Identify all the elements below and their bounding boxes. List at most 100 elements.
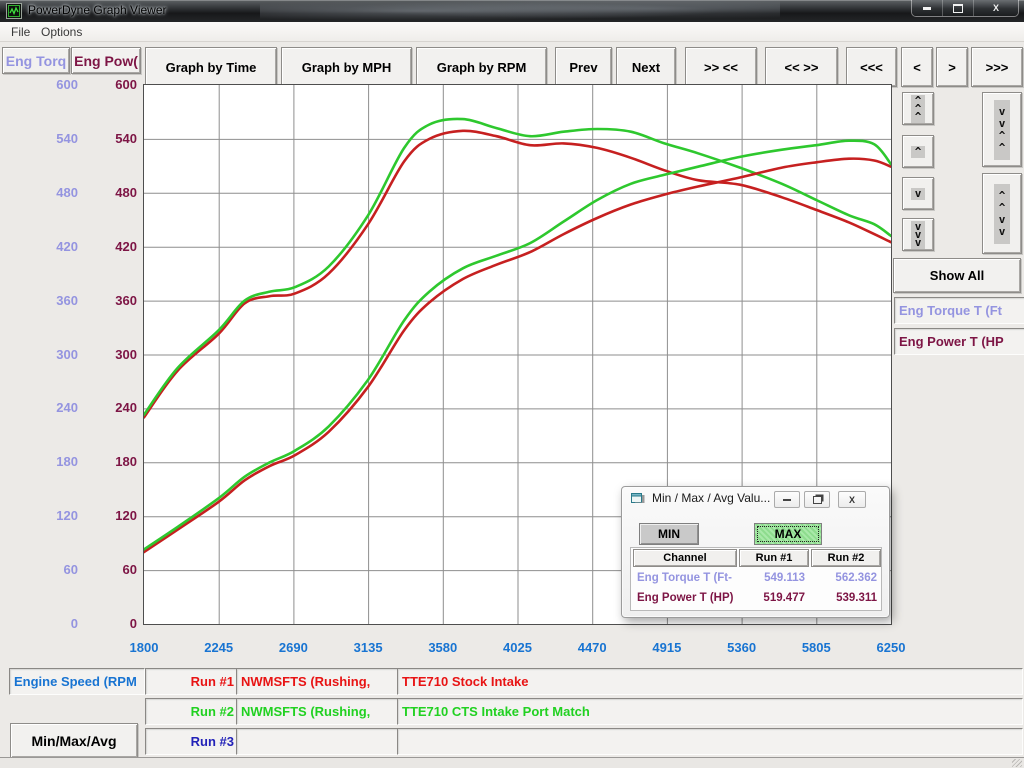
- window-bottom-edge: [0, 757, 1024, 768]
- toolbar-button-[interactable]: >> <<: [685, 47, 757, 87]
- x-tick-4025: 4025: [486, 640, 550, 655]
- y-tick-power-120: 120: [0, 508, 137, 523]
- toolbar-button-[interactable]: <: [901, 47, 933, 87]
- chevron-up-icon: ^: [999, 142, 1006, 154]
- chevron-up-icon: ^: [999, 130, 1006, 142]
- chevron-pad: vv^^: [994, 100, 1011, 160]
- toolbar-button-next[interactable]: Next: [616, 47, 676, 87]
- show-all-button[interactable]: Show All: [893, 258, 1021, 293]
- window-controls: X: [911, 0, 1019, 17]
- minmaxavg-label: Min/Max/Avg: [31, 733, 116, 749]
- axis-select-power-button[interactable]: Eng Pow(: [71, 47, 141, 74]
- scroll-up-button[interactable]: ^: [902, 135, 934, 168]
- scroll-down-button[interactable]: v: [902, 177, 934, 210]
- minmax-titlebar[interactable]: Min / Max / Avg Valu... X: [622, 487, 889, 509]
- resize-grip-icon[interactable]: [1012, 759, 1022, 767]
- legend-description-1-field: TTE710 Stock Intake: [397, 668, 1023, 695]
- toolbar-button-[interactable]: <<<: [846, 47, 897, 87]
- max-label: MAX: [775, 527, 802, 541]
- x-tick-3580: 3580: [411, 640, 475, 655]
- maximize-icon[interactable]: [943, 0, 974, 16]
- minmax-window-title: Min / Max / Avg Valu...: [652, 491, 770, 505]
- x-tick-5805: 5805: [784, 640, 848, 655]
- column-header-run2[interactable]: Run #2: [811, 549, 881, 567]
- app-icon: [6, 3, 22, 19]
- minmax-close-icon[interactable]: X: [838, 491, 866, 508]
- scroll-top-button[interactable]: ^^^: [902, 92, 934, 125]
- y-tick-power-360: 360: [0, 293, 137, 308]
- run-label: Run #2: [191, 704, 234, 719]
- toolbar-button-graph-by-rpm[interactable]: Graph by RPM: [416, 47, 547, 87]
- y-tick-power-540: 540: [0, 131, 137, 146]
- x-channel-field[interactable]: Engine Speed (RPM: [9, 668, 145, 695]
- menu-file[interactable]: File: [6, 24, 35, 40]
- chevron-pad: ^^vv: [994, 184, 1011, 244]
- axis-torque-label: Eng Torq: [6, 53, 66, 69]
- y-tick-power-420: 420: [0, 239, 137, 254]
- minmax-run2-value: 539.311: [811, 592, 877, 604]
- minimize-icon[interactable]: [912, 0, 943, 16]
- y-tick-power-480: 480: [0, 185, 137, 200]
- x-channel-label: Engine Speed (RPM: [14, 674, 137, 689]
- chevron-down-icon: v: [915, 190, 922, 198]
- y-tick-power-60: 60: [0, 562, 137, 577]
- menu-options[interactable]: Options: [36, 24, 87, 40]
- show-all-label: Show All: [930, 268, 984, 283]
- minmax-table: Channel Run #1 Run #2 Eng Torque T (Ft-5…: [630, 547, 882, 611]
- y-tick-power-0: 0: [0, 616, 137, 631]
- x-tick-2690: 2690: [261, 640, 325, 655]
- window-title: PowerDyne Graph Viewer: [28, 3, 167, 17]
- legend-source-3-field: [236, 728, 398, 755]
- toolbar-button-graph-by-time[interactable]: Graph by Time: [145, 47, 277, 87]
- minmax-window[interactable]: Min / Max / Avg Valu... X MIN MAX Channe…: [621, 486, 890, 618]
- chevron-up-icon: ^: [915, 113, 922, 121]
- minmax-run1-value: 519.477: [739, 592, 805, 604]
- minmax-restore-icon[interactable]: [804, 491, 830, 508]
- axis-select-torque-button[interactable]: Eng Torq: [2, 47, 70, 74]
- max-toggle-button[interactable]: MAX: [754, 523, 822, 545]
- legend-run-1-field[interactable]: Run #1: [145, 668, 239, 695]
- min-toggle-button[interactable]: MIN: [639, 523, 699, 545]
- axis-power-label: Eng Pow(: [74, 53, 138, 69]
- close-icon[interactable]: X: [974, 0, 1018, 16]
- minmaxavg-button[interactable]: Min/Max/Avg: [10, 723, 138, 758]
- y-tick-power-180: 180: [0, 454, 137, 469]
- chevron-down-icon: v: [999, 106, 1006, 118]
- scroll-bottom-button[interactable]: vvv: [902, 218, 934, 251]
- chevron-up-icon: ^: [999, 202, 1006, 214]
- run-label: Run #1: [191, 674, 234, 689]
- chevron-down-icon: v: [999, 226, 1006, 238]
- run-source-label: NWMSFTS (Rushing,: [241, 704, 370, 719]
- minmax-run1-value: 549.113: [739, 572, 805, 584]
- legend-run-2-field[interactable]: Run #2: [145, 698, 239, 725]
- toolbar-button-[interactable]: >>>: [971, 47, 1023, 87]
- chevron-down-icon: v: [915, 239, 922, 247]
- x-tick-5360: 5360: [710, 640, 774, 655]
- chevron-down-icon: v: [999, 214, 1006, 226]
- x-tick-6250: 6250: [859, 640, 923, 655]
- minmax-minimize-icon[interactable]: [774, 491, 800, 508]
- legend-run-3-field[interactable]: Run #3: [145, 728, 239, 755]
- legend-description-2-field: TTE710 CTS Intake Port Match: [397, 698, 1023, 725]
- compress-y-button[interactable]: vv^^: [982, 92, 1022, 167]
- toolbar-button-[interactable]: >: [936, 47, 968, 87]
- y-tick-power-240: 240: [0, 400, 137, 415]
- column-header-run1[interactable]: Run #1: [739, 549, 809, 567]
- x-tick-2245: 2245: [187, 640, 251, 655]
- minmax-channel-label: Eng Power T (HP): [637, 592, 733, 604]
- toolbar-button-[interactable]: << >>: [765, 47, 838, 87]
- channel-field-torque[interactable]: Eng Torque T (Ft: [894, 297, 1024, 324]
- toolbar-button-graph-by-mph[interactable]: Graph by MPH: [281, 47, 412, 87]
- channel-field-power[interactable]: Eng Power T (HP: [894, 328, 1024, 355]
- expand-y-button[interactable]: ^^vv: [982, 173, 1022, 254]
- menubar: File Options: [0, 22, 1024, 42]
- titlebar[interactable]: PowerDyne Graph Viewer X: [0, 0, 1024, 22]
- column-header-channel[interactable]: Channel: [633, 549, 737, 567]
- chevron-up-icon: ^: [999, 190, 1006, 202]
- powerdyne-window: PowerDyne Graph Viewer X File Options En…: [0, 0, 1024, 768]
- run-source-label: NWMSFTS (Rushing,: [241, 674, 370, 689]
- run-description-label: TTE710 CTS Intake Port Match: [402, 704, 590, 719]
- x-tick-4470: 4470: [560, 640, 624, 655]
- run-label: Run #3: [191, 734, 234, 749]
- toolbar-button-prev[interactable]: Prev: [555, 47, 612, 87]
